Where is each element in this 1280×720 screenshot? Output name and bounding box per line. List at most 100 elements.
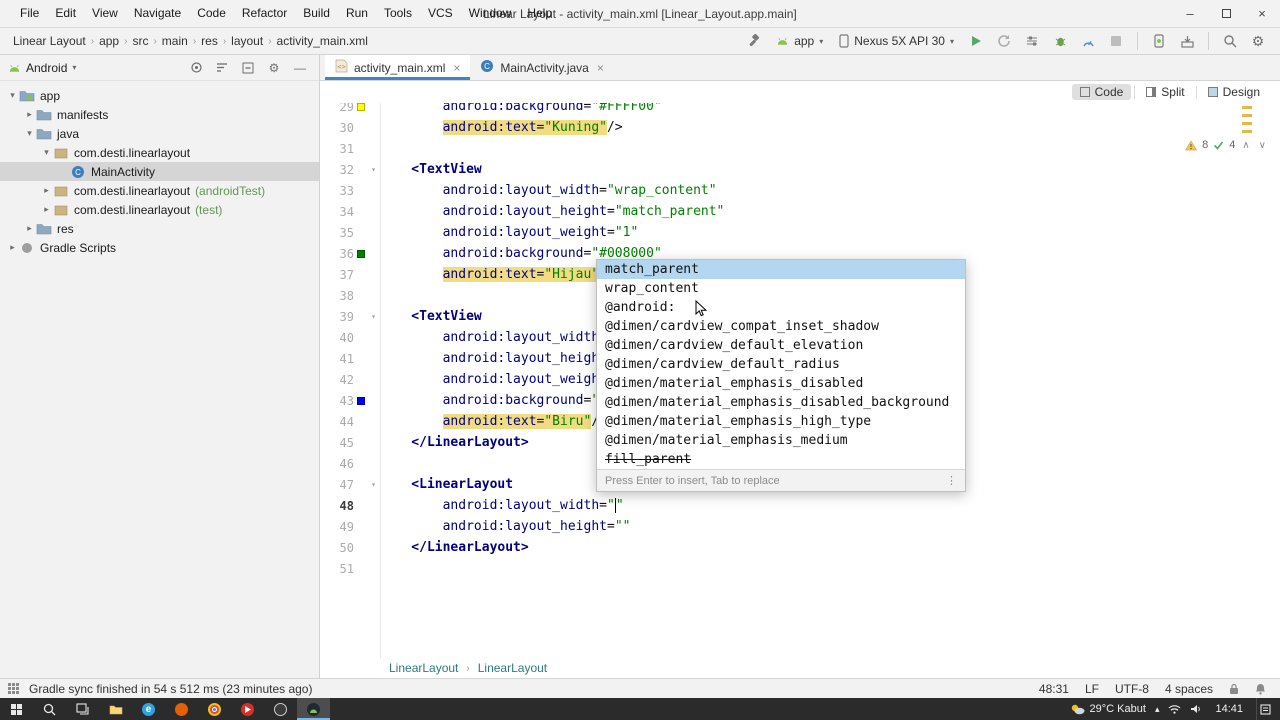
taskbar-search-button[interactable] — [33, 698, 66, 720]
android-studio-taskbar-button[interactable] — [297, 698, 330, 720]
tree-item-com-desti-linearlayout[interactable]: ▸ com.desti.linearlayout (androidTest) — [0, 181, 319, 200]
maximize-button[interactable] — [1208, 0, 1244, 27]
lock-icon[interactable] — [1229, 683, 1239, 695]
code-line-49[interactable]: 49 android:layout_height="" — [320, 516, 1280, 537]
status-message[interactable]: Gradle sync finished in 54 s 512 ms (23 … — [29, 682, 312, 696]
breadcrumb-item[interactable]: main — [159, 34, 191, 48]
tree-arrow-icon[interactable]: ▸ — [23, 223, 36, 234]
completion-item[interactable]: @dimen/material_emphasis_disabled — [597, 374, 965, 393]
tree-item-mainactivity[interactable]: C MainActivity — [0, 162, 319, 181]
browser-firefox-button[interactable] — [165, 698, 198, 720]
breadcrumb-item[interactable]: res — [198, 34, 221, 48]
completion-item[interactable]: @dimen/material_emphasis_disabled_backgr… — [597, 393, 965, 412]
completion-item[interactable]: @dimen/cardview_default_radius — [597, 355, 965, 374]
settings-button[interactable]: ⚙ — [1246, 30, 1270, 52]
tray-chevron-up-icon[interactable]: ▴ — [1155, 704, 1160, 715]
menu-navigate[interactable]: Navigate — [126, 0, 189, 27]
prev-issue-icon[interactable]: ∧ — [1240, 140, 1251, 151]
stop-button[interactable] — [1104, 30, 1128, 52]
run-button[interactable] — [964, 30, 988, 52]
sdk-manager-button[interactable] — [1175, 30, 1199, 52]
completion-item[interactable]: fill_parent — [597, 450, 965, 469]
menu-code[interactable]: Code — [189, 0, 234, 27]
tool-window-switcher-icon[interactable] — [8, 683, 19, 694]
completion-item[interactable]: @dimen/cardview_default_elevation — [597, 336, 965, 355]
tree-arrow-icon[interactable]: ▾ — [6, 90, 19, 101]
encoding-widget[interactable]: UTF-8 — [1115, 682, 1149, 696]
tree-item-res[interactable]: ▸ res — [0, 219, 319, 238]
breadcrumb-item[interactable]: app — [96, 34, 122, 48]
completion-item[interactable]: wrap_content — [597, 279, 965, 298]
menu-tools[interactable]: Tools — [376, 0, 420, 27]
close-icon[interactable]: × — [453, 61, 460, 75]
code-line-48[interactable]: 48 android:layout_width="" — [320, 495, 1280, 516]
breadcrumb-item[interactable]: layout — [228, 34, 266, 48]
menu-run[interactable]: Run — [338, 0, 376, 27]
completion-item[interactable]: match_parent — [597, 260, 965, 279]
pinned-app-button-1[interactable] — [231, 698, 264, 720]
completion-item[interactable]: @android: — [597, 298, 965, 317]
tree-item-app[interactable]: ▾ app — [0, 86, 319, 105]
code-line-32[interactable]: 32 ▾ <TextView — [320, 159, 1280, 180]
menu-vcs[interactable]: VCS — [420, 0, 461, 27]
debug-button[interactable] — [1048, 30, 1072, 52]
avd-manager-button[interactable] — [1147, 30, 1171, 52]
volume-icon[interactable] — [1190, 704, 1202, 714]
tab-activity-main-xml[interactable]: <> activity_main.xml × — [325, 55, 471, 80]
weather-widget[interactable]: 29°C Kabut — [1070, 703, 1146, 715]
tree-item-com-desti-linearlayout[interactable]: ▾ com.desti.linearlayout — [0, 143, 319, 162]
code-line-33[interactable]: 33 android:layout_width="wrap_content" — [320, 180, 1280, 201]
wifi-icon[interactable] — [1168, 704, 1181, 714]
build-hammer-icon[interactable] — [742, 30, 766, 52]
hide-panel-button[interactable]: — — [291, 59, 309, 77]
start-button[interactable] — [0, 698, 33, 720]
sort-button[interactable] — [213, 59, 231, 77]
editor-breadcrumb-item[interactable]: LinearLayout — [385, 661, 462, 675]
warning-stripe-mark[interactable] — [1242, 114, 1252, 117]
browser-edge-button[interactable]: e — [132, 698, 165, 720]
fold-toggle-icon[interactable]: ▾ — [367, 480, 380, 489]
tree-item-com-desti-linearlayout[interactable]: ▸ com.desti.linearlayout (test) — [0, 200, 319, 219]
tree-arrow-icon[interactable]: ▸ — [40, 204, 53, 215]
menu-build[interactable]: Build — [295, 0, 338, 27]
task-view-button[interactable] — [66, 698, 99, 720]
pinned-app-button-2[interactable] — [264, 698, 297, 720]
code-line-51[interactable]: 51 — [320, 558, 1280, 579]
project-view-selector[interactable]: Android — [26, 61, 67, 75]
completion-item[interactable]: @dimen/material_emphasis_high_type — [597, 412, 965, 431]
profiler-button[interactable] — [1076, 30, 1100, 52]
tree-arrow-icon[interactable]: ▸ — [40, 185, 53, 196]
mode-design[interactable]: Design — [1200, 84, 1268, 100]
code-area[interactable]: 29 android:background="#FFFF00" 30 android:… — [320, 103, 1280, 658]
menu-refactor[interactable]: Refactor — [234, 0, 295, 27]
clock[interactable]: 14:41 — [1211, 703, 1247, 715]
fold-toggle-icon[interactable]: ▾ — [367, 312, 380, 321]
tree-arrow-icon[interactable]: ▾ — [23, 128, 36, 139]
code-line-29[interactable]: 29 android:background="#FFFF00" — [320, 103, 1280, 117]
breadcrumb-item[interactable]: Linear Layout — [10, 34, 89, 48]
color-swatch[interactable] — [356, 103, 365, 111]
collapse-all-button[interactable] — [239, 59, 257, 77]
tree-arrow-icon[interactable]: ▸ — [23, 109, 36, 120]
close-icon[interactable]: × — [597, 61, 604, 75]
next-issue-icon[interactable]: ∨ — [1257, 140, 1268, 151]
line-ending-widget[interactable]: LF — [1085, 682, 1099, 696]
breadcrumb-item[interactable]: src — [129, 34, 151, 48]
fold-toggle-icon[interactable]: ▾ — [367, 165, 380, 174]
run-configuration-dropdown[interactable]: app ▾ — [770, 32, 829, 50]
notifications-bell-icon[interactable] — [1255, 683, 1266, 695]
code-line-30[interactable]: 30 android:text="Kuning"/> — [320, 117, 1280, 138]
completion-item[interactable]: @dimen/material_emphasis_medium — [597, 431, 965, 450]
tab-mainactivity-java[interactable]: C MainActivity.java × — [470, 55, 614, 80]
indent-widget[interactable]: 4 spaces — [1165, 682, 1213, 696]
tree-arrow-icon[interactable]: ▾ — [40, 147, 53, 158]
inspections-widget[interactable]: 8 4 ∧ ∨ — [1185, 139, 1268, 151]
browser-chrome-button[interactable] — [198, 698, 231, 720]
code-line-50[interactable]: 50 </LinearLayout> — [320, 537, 1280, 558]
menu-window[interactable]: Window — [461, 0, 520, 27]
file-explorer-button[interactable] — [99, 698, 132, 720]
minimize-button[interactable]: – — [1172, 0, 1208, 27]
menu-help[interactable]: Help — [519, 0, 560, 27]
editor-breadcrumb-item[interactable]: LinearLayout — [474, 661, 551, 675]
apply-code-changes-button[interactable] — [1020, 30, 1044, 52]
